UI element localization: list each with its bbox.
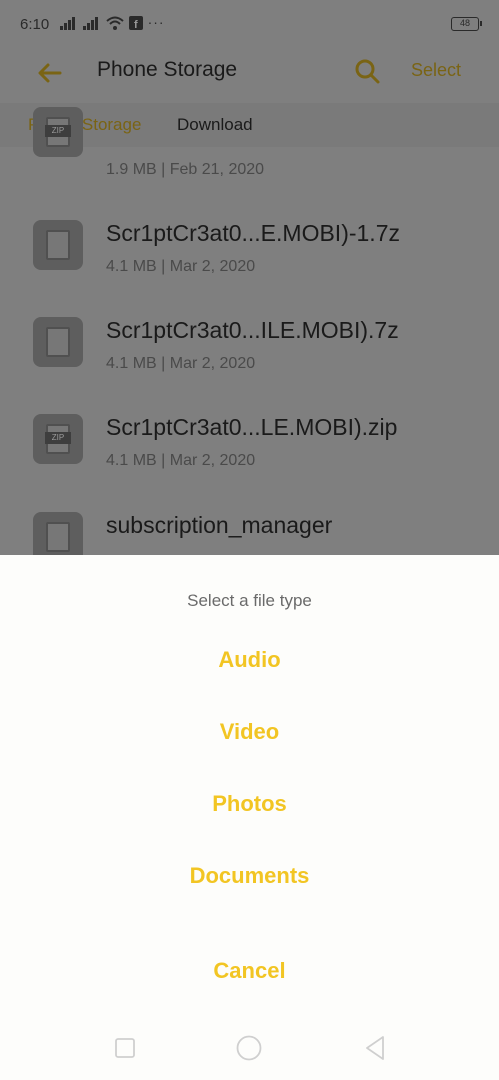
option-photos[interactable]: Photos xyxy=(0,779,499,829)
file-meta: 4.1 MB | Mar 2, 2020 xyxy=(106,355,256,372)
status-icons: f ··· xyxy=(60,14,165,31)
list-item[interactable]: Scr1ptCr3at0...E.MOBI)-1.7z 4.1 MB | Mar… xyxy=(0,220,499,317)
document-file-icon xyxy=(33,512,83,555)
home-circle-icon[interactable] xyxy=(234,1033,264,1063)
list-item[interactable]: ZIP Scr1ptCr3at0...LE.MOBI).zip 4.1 MB |… xyxy=(0,414,499,511)
zip-file-icon: ZIP xyxy=(33,414,83,464)
document-file-icon xyxy=(33,220,83,270)
sheet-title: Select a file type xyxy=(187,591,312,610)
facebook-icon: f xyxy=(128,16,143,31)
cancel-button[interactable]: Cancel xyxy=(0,946,499,996)
file-meta: 4.1 MB | Mar 2, 2020 xyxy=(106,452,256,469)
status-time: 6:10 xyxy=(20,16,50,33)
status-bar: 6:10 f ··· 48 xyxy=(0,0,499,50)
recents-square-icon[interactable] xyxy=(110,1033,140,1063)
battery-indicator: 48 xyxy=(451,17,482,31)
back-triangle-icon[interactable] xyxy=(360,1033,390,1063)
file-name: Scr1ptCr3at0...ILE.MOBI).7z xyxy=(106,317,399,343)
page-title: Phone Storage xyxy=(97,58,238,81)
app-bar: Phone Storage Select xyxy=(0,50,499,100)
list-item[interactable]: Scr1ptCr3at0...ILE.MOBI).7z 4.1 MB | Mar… xyxy=(0,317,499,414)
file-meta: 1.9 MB | Feb 21, 2020 xyxy=(106,161,265,178)
zip-file-icon: ZIP xyxy=(33,107,83,157)
select-button[interactable]: Select xyxy=(411,60,461,81)
signal-icon xyxy=(82,17,98,31)
file-name: Scr1ptCr3at0...LE.MOBI).zip xyxy=(106,414,398,440)
back-arrow-icon[interactable] xyxy=(34,58,64,88)
file-meta: 4.1 MB | Mar 2, 2020 xyxy=(106,258,256,275)
file-name: subscription_manager xyxy=(106,512,333,538)
option-audio[interactable]: Audio xyxy=(0,635,499,685)
file-manager-background: 6:10 f ··· 48 Phone Storage Select Phone… xyxy=(0,0,499,555)
option-documents[interactable]: Documents xyxy=(0,851,499,901)
navigation-bar xyxy=(0,1015,499,1080)
svg-text:f: f xyxy=(134,19,139,30)
document-file-icon xyxy=(33,317,83,367)
option-video[interactable]: Video xyxy=(0,707,499,757)
search-icon[interactable] xyxy=(353,57,381,85)
signal-icon xyxy=(60,17,75,31)
file-type-bottom-sheet: Select a file type Audio Video Photos Do… xyxy=(0,555,499,1080)
list-item[interactable]: subscription_manager xyxy=(0,512,499,555)
list-item[interactable]: ZIP 1.9 MB | Feb 21, 2020 xyxy=(0,107,499,204)
wifi-icon xyxy=(106,16,124,31)
file-name: Scr1ptCr3at0...E.MOBI)-1.7z xyxy=(106,220,400,246)
more-dots-icon: ··· xyxy=(147,14,165,30)
